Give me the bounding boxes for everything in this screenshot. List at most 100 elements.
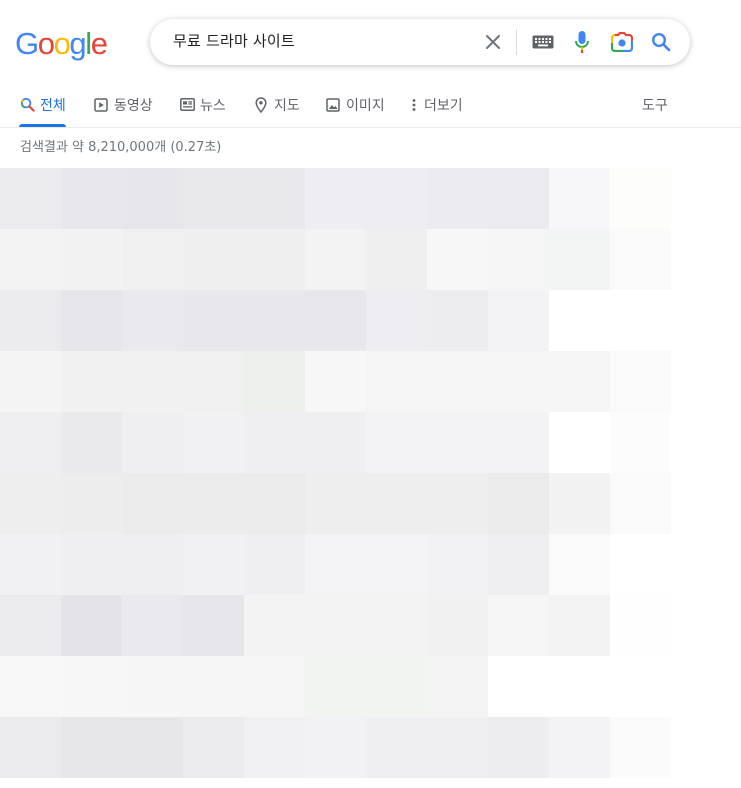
blur-tile bbox=[0, 656, 61, 717]
blur-tile bbox=[305, 534, 366, 595]
blur-tile bbox=[549, 290, 610, 351]
google-logo[interactable]: Google bbox=[15, 24, 108, 64]
tab-label: 이미지 bbox=[346, 97, 385, 114]
blur-tile bbox=[549, 717, 610, 778]
blur-tile bbox=[61, 168, 122, 229]
blur-tile bbox=[488, 473, 549, 534]
tab-videos[interactable]: 동영상 bbox=[93, 83, 153, 126]
blur-tile bbox=[549, 229, 610, 290]
blur-tile bbox=[366, 229, 427, 290]
search-input[interactable]: 무료 드라마 사이트 bbox=[173, 19, 295, 65]
tab-all[interactable]: 전체 bbox=[19, 83, 66, 127]
blur-tile bbox=[305, 412, 366, 473]
blur-tile bbox=[488, 290, 549, 351]
microphone-icon[interactable] bbox=[570, 30, 594, 54]
blur-tile bbox=[549, 473, 610, 534]
blur-tile bbox=[183, 290, 244, 351]
blur-tile bbox=[61, 717, 122, 778]
blur-tile bbox=[427, 473, 488, 534]
blur-tile bbox=[0, 473, 61, 534]
blur-tile bbox=[122, 595, 183, 656]
blur-tile bbox=[244, 595, 305, 656]
camera-lens-icon[interactable] bbox=[610, 30, 634, 54]
blur-tile bbox=[0, 595, 61, 656]
blur-tile bbox=[610, 473, 671, 534]
blur-tile bbox=[427, 595, 488, 656]
blur-tile bbox=[366, 351, 427, 412]
blur-tile bbox=[183, 534, 244, 595]
blur-tile bbox=[0, 534, 61, 595]
blur-tile bbox=[366, 168, 427, 229]
logo-letter: o bbox=[53, 26, 71, 61]
blur-tile bbox=[305, 290, 366, 351]
search-icon[interactable] bbox=[649, 30, 673, 54]
blur-tile bbox=[488, 595, 549, 656]
blur-tile bbox=[549, 595, 610, 656]
blur-tile bbox=[305, 656, 366, 717]
clear-icon[interactable] bbox=[481, 30, 505, 54]
blur-tile bbox=[244, 229, 305, 290]
logo-letter: G bbox=[15, 26, 39, 61]
blur-tile bbox=[305, 229, 366, 290]
blur-tile bbox=[0, 351, 61, 412]
blur-tile bbox=[427, 717, 488, 778]
blur-tile bbox=[61, 656, 122, 717]
search-box[interactable]: 무료 드라마 사이트 bbox=[150, 19, 690, 65]
tools-button[interactable]: 도구 bbox=[642, 83, 668, 126]
blur-tile bbox=[610, 717, 671, 778]
blur-tile bbox=[244, 534, 305, 595]
blur-tile bbox=[488, 229, 549, 290]
search-icon bbox=[19, 97, 35, 113]
blurred-results-area bbox=[0, 168, 671, 778]
result-stats: 검색결과 약 8,210,000개 (0.27초) bbox=[20, 140, 222, 155]
blur-tile bbox=[122, 717, 183, 778]
tab-images[interactable]: 이미지 bbox=[325, 83, 385, 126]
blur-tile bbox=[183, 229, 244, 290]
blur-tile bbox=[122, 351, 183, 412]
logo-letter: o bbox=[37, 26, 55, 61]
map-pin-icon bbox=[253, 96, 269, 113]
blur-tile bbox=[122, 473, 183, 534]
blur-tile bbox=[549, 168, 610, 229]
blur-tile bbox=[61, 473, 122, 534]
tab-more[interactable]: 더보기 bbox=[410, 83, 463, 126]
tab-maps[interactable]: 지도 bbox=[253, 83, 300, 126]
blur-tile bbox=[610, 656, 671, 717]
blur-tile bbox=[427, 656, 488, 717]
blur-tile bbox=[183, 168, 244, 229]
image-icon bbox=[325, 97, 341, 113]
blur-tile bbox=[183, 412, 244, 473]
blur-tile bbox=[122, 168, 183, 229]
blur-tile bbox=[122, 534, 183, 595]
blur-tile bbox=[183, 473, 244, 534]
blur-tile bbox=[122, 229, 183, 290]
blur-tile bbox=[183, 351, 244, 412]
blur-tile bbox=[122, 656, 183, 717]
blur-tile bbox=[0, 168, 61, 229]
blur-tile bbox=[366, 473, 427, 534]
keyboard-icon[interactable] bbox=[531, 30, 555, 54]
blur-tile bbox=[610, 412, 671, 473]
blur-tile bbox=[427, 351, 488, 412]
blur-tile bbox=[305, 473, 366, 534]
blur-tile bbox=[610, 290, 671, 351]
search-tabs: 전체 동영상 뉴스 지도 이미지 더보기 도구 bbox=[0, 83, 741, 128]
blur-tile bbox=[0, 290, 61, 351]
tab-label: 동영상 bbox=[114, 97, 153, 114]
blur-tile bbox=[366, 534, 427, 595]
blur-tile bbox=[427, 290, 488, 351]
tab-news[interactable]: 뉴스 bbox=[179, 83, 226, 126]
video-icon bbox=[93, 97, 109, 113]
tools-label: 도구 bbox=[642, 97, 668, 114]
blur-tile bbox=[488, 351, 549, 412]
blur-tile bbox=[244, 351, 305, 412]
blur-tile bbox=[610, 534, 671, 595]
blur-tile bbox=[488, 534, 549, 595]
blur-tile bbox=[122, 412, 183, 473]
blur-tile bbox=[305, 595, 366, 656]
blur-tile bbox=[305, 351, 366, 412]
blur-tile bbox=[305, 168, 366, 229]
blur-tile bbox=[0, 229, 61, 290]
blur-tile bbox=[488, 717, 549, 778]
blur-tile bbox=[183, 595, 244, 656]
